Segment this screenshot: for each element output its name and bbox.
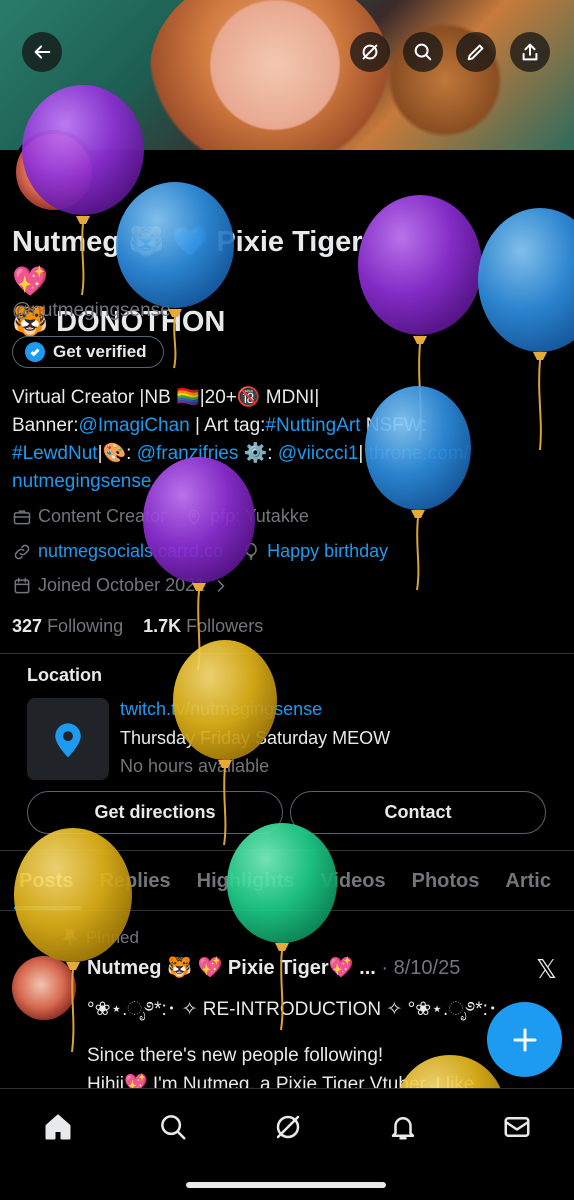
get-verified-button[interactable]: Get verified (12, 336, 164, 368)
arrow-left-icon (34, 45, 51, 59)
verified-badge-icon (25, 342, 45, 362)
profile-meta-row-1: Content Creator pfp: Yutakke (12, 506, 327, 527)
post-date: · 8/10/25 (375, 957, 461, 979)
grok-icon (276, 1115, 300, 1139)
compose-button[interactable] (487, 1002, 562, 1077)
tab-posts[interactable]: Posts (19, 870, 73, 893)
bio-link-nuttingart[interactable]: #NuttingArt (265, 415, 360, 436)
divider (0, 910, 574, 911)
grok-icon (362, 44, 378, 60)
location-link[interactable]: twitch.tv/nutmegingsense (120, 699, 322, 720)
x-logo-icon: 𝕏 (536, 954, 557, 984)
pinned-indicator: Pinned (62, 928, 139, 948)
divider (0, 653, 574, 654)
post-author[interactable]: Nutmeg 🐯 💖 Pixie Tiger💖 ... (87, 957, 376, 979)
search-icon (161, 1115, 186, 1140)
bell-icon (391, 1117, 415, 1140)
tab-photos[interactable]: Photos (412, 870, 480, 893)
pencil-icon (467, 44, 484, 61)
home-icon (45, 1114, 71, 1140)
joined-date: Joined October 2021 (38, 575, 206, 595)
contact-button[interactable]: Contact (290, 791, 546, 834)
nav-grok[interactable] (268, 1107, 308, 1147)
nav-home[interactable] (38, 1107, 78, 1147)
nav-messages[interactable] (497, 1107, 537, 1147)
balloon-icon (245, 542, 257, 560)
nav-explore[interactable] (153, 1107, 193, 1147)
map-pin-icon (55, 723, 81, 758)
location-hours: No hours available (120, 756, 270, 776)
post-avatar[interactable] (12, 956, 76, 1020)
tab-replies[interactable]: Replies (99, 870, 170, 893)
tab-articles[interactable]: Artic (505, 870, 551, 893)
share-icon (522, 43, 538, 61)
birthday-link[interactable]: Happy birthday (267, 541, 388, 562)
avatar[interactable] (12, 130, 96, 214)
briefcase-icon (13, 509, 31, 524)
profile-tabs: Posts Replies Highlights Videos Photos A… (0, 852, 574, 910)
nav-notifications[interactable] (383, 1107, 423, 1147)
tab-videos[interactable]: Videos (320, 870, 385, 893)
location-days: Thursday Friday Saturday MEOW (120, 728, 391, 748)
category-label: Content Creator (38, 506, 167, 526)
search-icon (414, 43, 432, 61)
pfp-credit: pfp: Yutakke (210, 506, 309, 526)
display-name: Nutmeg 🐯 💙 Pixie Tiger 💖 🐯 DONOTHON (12, 226, 363, 338)
profile-meta-row-3[interactable]: Joined October 2021 (12, 575, 249, 596)
post-text-line: Hihii💖 I'm Nutmeg, a Pixie Tiger Vtuber.… (87, 1074, 475, 1088)
grok-button[interactable] (350, 32, 390, 72)
tab-highlights[interactable]: Highlights (197, 870, 295, 893)
location-title: Location (27, 665, 102, 685)
bio-link-lewdnut[interactable]: #LewdNut (12, 443, 98, 464)
follow-stats: 327 Following 1.7K Followers (12, 616, 263, 637)
bio-link-imagichan[interactable]: @ImagiChan (79, 415, 190, 436)
following-link[interactable]: 327 Following (12, 616, 123, 636)
get-directions-button[interactable]: Get directions (27, 791, 283, 834)
divider (0, 850, 574, 851)
location-pin-icon (188, 509, 200, 525)
pin-icon (62, 929, 78, 946)
handle: @nutmegingsense (12, 300, 171, 321)
get-verified-label: Get verified (53, 342, 147, 361)
post-header[interactable]: Nutmeg 🐯 💖 Pixie Tiger💖 ... · 8/10/25 (87, 955, 460, 980)
chevron-right-icon (217, 579, 225, 592)
bio: Virtual Creator |NB 🏳️‍🌈|20+🔞 MDNI| Bann… (12, 387, 469, 492)
back-button[interactable] (22, 32, 62, 72)
followers-link[interactable]: 1.7K Followers (143, 616, 263, 636)
website-link[interactable]: nutmegsocials.carrd.co (38, 541, 223, 562)
location-map-thumbnail[interactable] (27, 698, 109, 780)
bio-link-viiccci1[interactable]: @viiccci1 (278, 443, 359, 464)
mail-icon (504, 1117, 530, 1137)
share-button[interactable] (510, 32, 550, 72)
edit-button[interactable] (456, 32, 496, 72)
bio-link-throne-cont[interactable]: nutmegingsense (12, 471, 151, 492)
link-icon (14, 544, 30, 559)
bio-link-franzifries[interactable]: @franzifries (137, 443, 239, 464)
profile-banner[interactable] (0, 0, 574, 150)
profile-meta-row-2: nutmegsocials.carrd.co Happy birthday (12, 541, 406, 562)
home-indicator (186, 1182, 386, 1188)
plus-icon (513, 1028, 536, 1051)
calendar-icon (14, 577, 30, 593)
bio-link-throne[interactable]: throne.com/ (369, 443, 469, 464)
search-button[interactable] (403, 32, 443, 72)
